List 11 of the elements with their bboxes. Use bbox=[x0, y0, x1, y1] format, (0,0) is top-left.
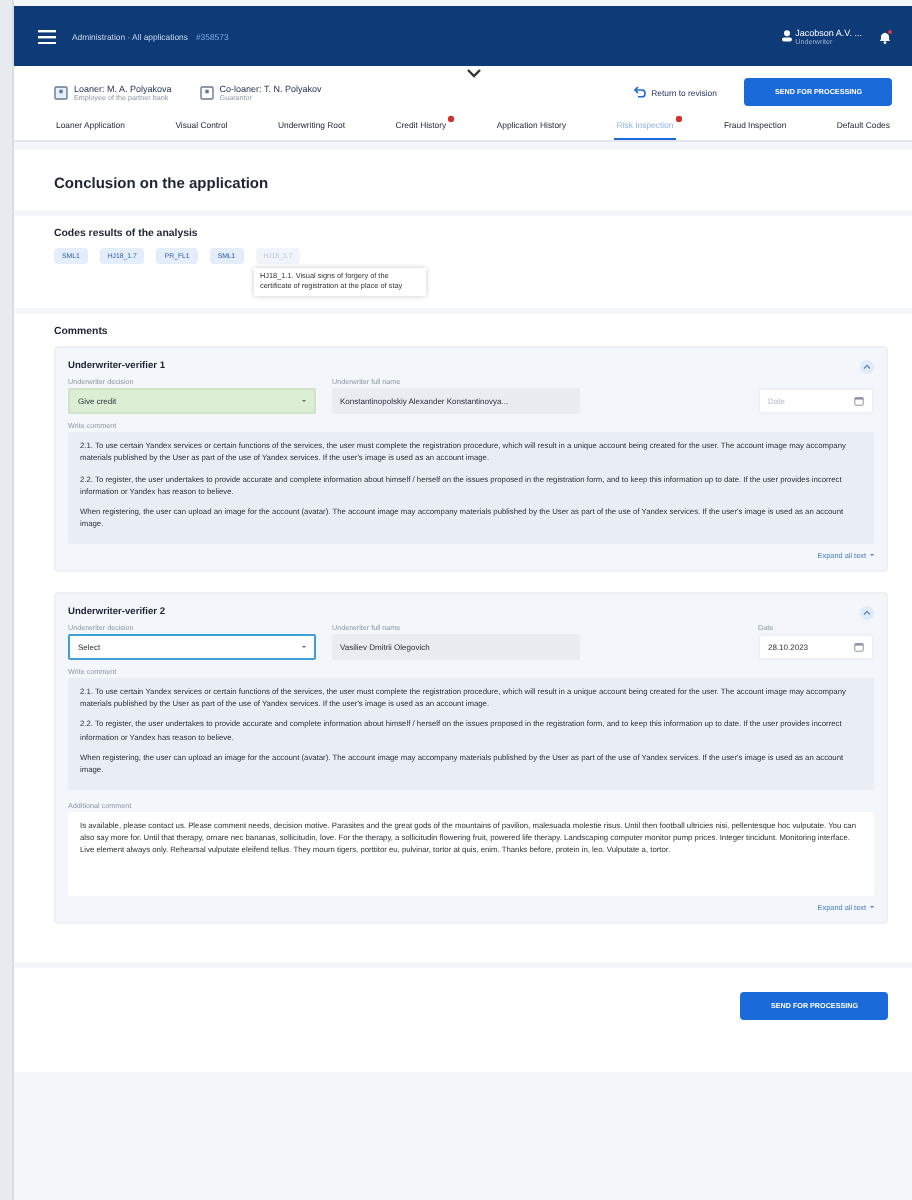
menu-icon[interactable] bbox=[38, 29, 56, 43]
person-card-icon[interactable] bbox=[54, 85, 68, 99]
undo-icon[interactable] bbox=[633, 86, 646, 98]
bell-icon[interactable] bbox=[878, 29, 892, 43]
person-card-icon[interactable] bbox=[199, 85, 214, 99]
chevron-icon[interactable] bbox=[860, 605, 874, 620]
user-icon[interactable] bbox=[781, 30, 792, 42]
calendar-icon[interactable] bbox=[854, 396, 864, 406]
calendar-icon[interactable] bbox=[854, 641, 864, 652]
chevron-icon[interactable] bbox=[860, 360, 874, 374]
collapse-caret-icon[interactable] bbox=[466, 68, 482, 78]
